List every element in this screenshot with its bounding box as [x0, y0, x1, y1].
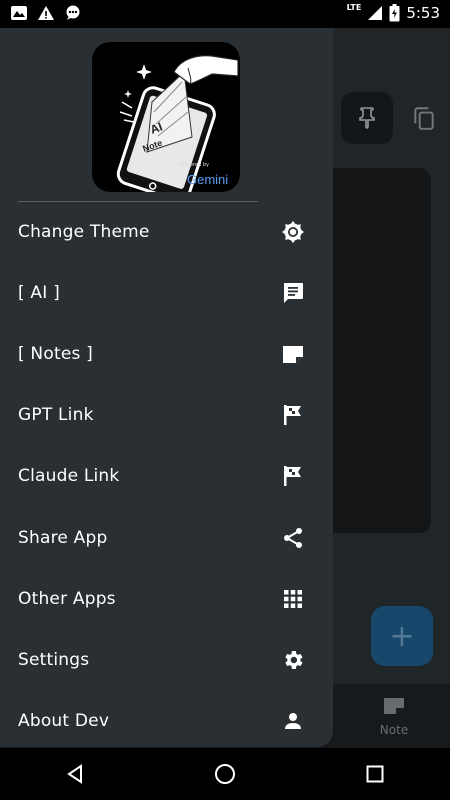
menu-item-label: [ Notes ]: [18, 343, 93, 364]
menu-item-gpt-link[interactable]: GPT Link: [0, 385, 333, 446]
chat-notification-icon: [66, 5, 80, 20]
warning-icon: [38, 6, 54, 20]
signal-icon: [368, 6, 383, 20]
network-type: LTE: [346, 2, 362, 12]
battery-icon: [389, 4, 400, 22]
app-logo-illustration: AI Note: [116, 55, 239, 192]
recents-button[interactable]: [345, 754, 405, 794]
person-icon: [281, 709, 305, 733]
back-icon: [67, 764, 82, 784]
share-icon: [281, 526, 305, 550]
clock: 5:53: [406, 4, 440, 22]
flag-icon: [281, 464, 305, 488]
menu-item-settings[interactable]: Settings: [0, 629, 333, 690]
menu-item-share-app[interactable]: Share App: [0, 507, 333, 568]
menu-item-label: Share App: [18, 527, 108, 548]
app-logo: AI Note Powered by Gemini: [92, 42, 240, 192]
settings-icon: [281, 648, 305, 672]
menu-item-notes[interactable]: [ Notes ]: [0, 323, 333, 384]
logo-gemini-wordmark: Gemini: [187, 172, 229, 187]
menu-item-label: Change Theme: [18, 221, 150, 242]
note-icon: [281, 342, 305, 366]
photo-notification-icon: [11, 6, 27, 20]
menu-item-claude-link[interactable]: Claude Link: [0, 446, 333, 507]
status-bar: LTE 5:53: [0, 0, 450, 28]
drawer-menu: Change Theme [ AI ] [ Notes ] GPT Link C…: [0, 201, 333, 752]
home-icon: [215, 764, 235, 784]
back-button[interactable]: [45, 754, 105, 794]
menu-item-label: [ AI ]: [18, 282, 60, 303]
menu-item-label: Claude Link: [18, 466, 120, 487]
logo-caption: Powered by: [180, 162, 209, 168]
menu-item-label: Other Apps: [18, 588, 116, 609]
recents-icon: [366, 765, 384, 783]
home-button[interactable]: [195, 754, 255, 794]
menu-item-about-dev[interactable]: About Dev: [0, 691, 333, 752]
menu-item-change-theme[interactable]: Change Theme: [0, 201, 333, 262]
flag-icon: [281, 403, 305, 427]
menu-item-label: GPT Link: [18, 405, 94, 426]
menu-item-label: About Dev: [18, 711, 110, 732]
theme-icon: [281, 220, 305, 244]
menu-item-ai[interactable]: [ AI ]: [0, 262, 333, 323]
chat-icon: [281, 281, 305, 305]
menu-item-other-apps[interactable]: Other Apps: [0, 568, 333, 629]
notification-icons: [10, 5, 82, 21]
menu-item-label: Settings: [18, 649, 90, 670]
system-nav-bar: [0, 748, 450, 800]
navigation-drawer: AI Note Powered by Gemini Change Theme […: [0, 0, 333, 747]
apps-grid-icon: [281, 587, 305, 611]
